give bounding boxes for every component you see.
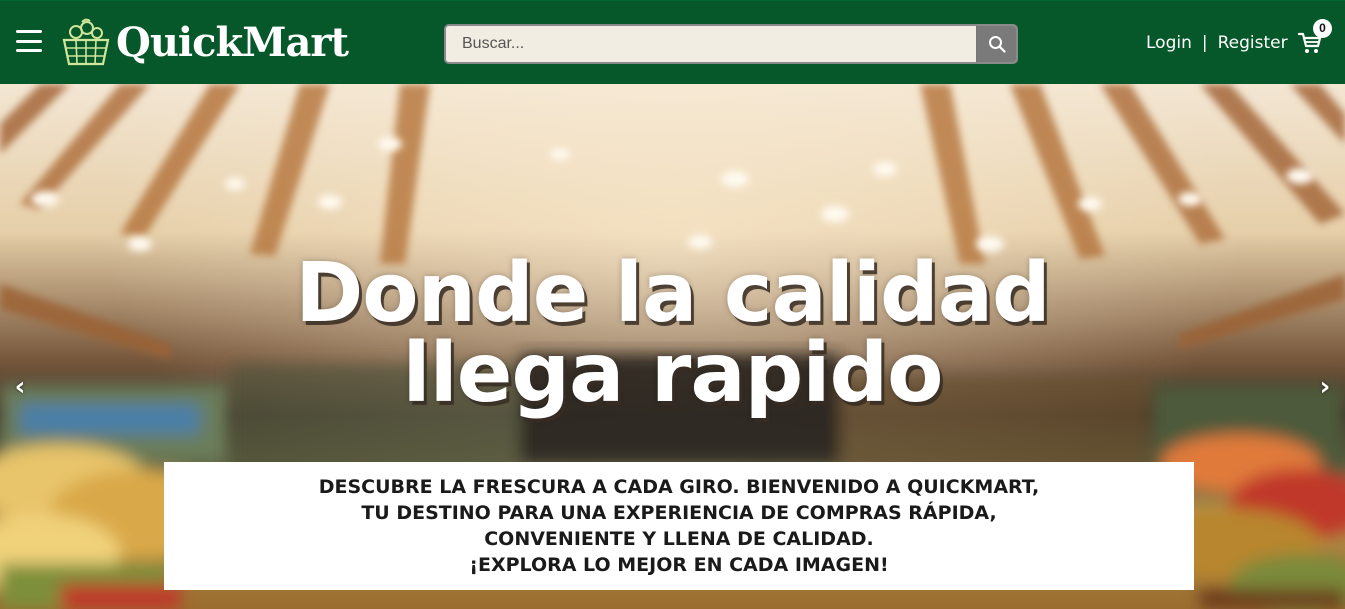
search-icon <box>988 36 1006 53</box>
auth-links: Login | Register <box>1146 32 1288 54</box>
menu-icon[interactable] <box>16 30 42 52</box>
login-link[interactable]: Login <box>1146 32 1192 54</box>
register-link[interactable]: Register <box>1218 32 1288 54</box>
search-input[interactable] <box>446 26 976 62</box>
search-button[interactable] <box>976 26 1016 62</box>
carousel-next-button[interactable]: › <box>1313 369 1337 405</box>
grocery-basket-icon <box>62 18 110 66</box>
hero-carousel: Donde la calidad llega rapido DESCUBRE L… <box>0 84 1345 609</box>
carousel-prev-button[interactable]: ‹ <box>8 369 32 405</box>
top-navbar: QuickMart Login | Register 0 <box>0 0 1345 84</box>
hero-tagline-line: DESCUBRE LA FRESCURA A CADA GIRO. BIENVE… <box>318 476 1040 498</box>
hero-tagline-line: CONVENIENTE Y LLENA DE CALIDAD. <box>484 528 874 550</box>
brand-name: QuickMart <box>116 19 349 66</box>
search-bar <box>444 24 1018 64</box>
hero-tagline-box: DESCUBRE LA FRESCURA A CADA GIRO. BIENVE… <box>164 462 1194 590</box>
brand-logo[interactable]: QuickMart <box>60 15 349 71</box>
hero-tagline-line: TU DESTINO PARA UNA EXPERIENCIA DE COMPR… <box>361 502 997 524</box>
auth-separator: | <box>1201 33 1208 53</box>
cart-count-badge: 0 <box>1313 19 1332 38</box>
hero-tagline-line: ¡EXPLORA LO MEJOR EN CADA IMAGEN! <box>469 554 889 576</box>
hero-headline: Donde la calidad llega rapido <box>0 253 1345 415</box>
hero-headline-line2: llega rapido <box>402 326 943 421</box>
